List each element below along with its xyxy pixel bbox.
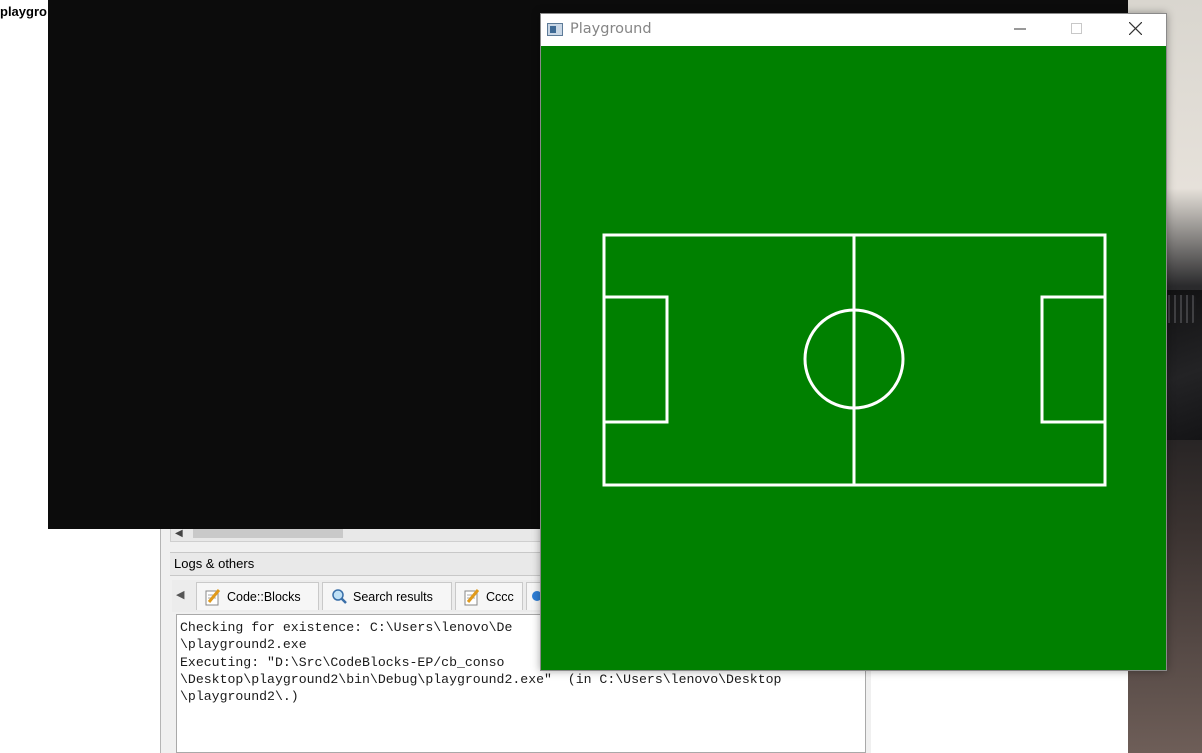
pencil-note-icon bbox=[205, 589, 221, 606]
console-title-fragment: playgro bbox=[0, 4, 47, 19]
close-button[interactable] bbox=[1112, 14, 1158, 46]
minimize-icon bbox=[1014, 28, 1026, 30]
logs-panel-title: Logs & others bbox=[170, 552, 554, 576]
maximize-button[interactable] bbox=[1054, 14, 1100, 46]
magnifier-icon bbox=[332, 589, 347, 604]
maximize-icon bbox=[1071, 23, 1082, 34]
playground-window[interactable]: Playground bbox=[540, 13, 1167, 671]
logs-tab-bar: ◀ Code::Blocks Search results Cccc bbox=[172, 580, 546, 612]
tab-label: Search results bbox=[353, 590, 433, 604]
close-icon bbox=[1128, 21, 1142, 36]
tab-label: Cccc bbox=[486, 590, 514, 604]
tab-codeblocks[interactable]: Code::Blocks bbox=[196, 582, 319, 610]
app-window-icon bbox=[547, 23, 563, 36]
pencil-note-icon bbox=[464, 589, 480, 606]
tab-cccc[interactable]: Cccc bbox=[455, 582, 523, 610]
soccer-field-canvas[interactable] bbox=[541, 46, 1166, 670]
log-line: \Desktop\playground2\bin\Debug\playgroun… bbox=[180, 671, 782, 687]
window-title: Playground bbox=[570, 21, 652, 37]
tab-scroll-left-icon[interactable]: ◀ bbox=[176, 588, 184, 601]
tab-label: Code::Blocks bbox=[227, 590, 301, 604]
minimize-button[interactable] bbox=[997, 14, 1043, 46]
tab-search-results[interactable]: Search results bbox=[322, 582, 452, 610]
log-line: \playground2\.) bbox=[180, 689, 299, 705]
scroll-left-arrow-icon[interactable]: ◀ bbox=[175, 528, 183, 539]
playground-titlebar[interactable]: Playground bbox=[541, 14, 1166, 46]
scrollbar-thumb[interactable] bbox=[193, 529, 343, 538]
